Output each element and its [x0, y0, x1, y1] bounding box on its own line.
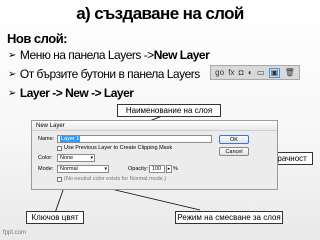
chevron-right-icon: ▸ [167, 166, 171, 172]
neutral-color-label: (No neutral color exists for Normal mode… [64, 176, 167, 182]
opacity-unit: % [173, 166, 178, 172]
layer-name-value: Layer 1 [60, 136, 81, 142]
new-layer-dialog: New Layer Name: Layer 1 Use Previous Lay… [31, 120, 278, 190]
name-label: Name: [38, 136, 55, 142]
clipping-mask-label: Use Previous Layer to Create Clipping Ma… [64, 145, 173, 151]
opacity-input[interactable]: 100 [149, 165, 165, 173]
callout-layer-name: Наименование на слоя [117, 104, 221, 117]
color-select[interactable]: None ▾ [57, 154, 95, 162]
chevron-down-icon: ▾ [104, 166, 107, 172]
opacity-dropdown[interactable]: ▸ [166, 165, 172, 173]
callout-color-key: Ключов цвят [26, 211, 84, 224]
mode-select-value: Normal [60, 166, 78, 172]
color-label: Color: [38, 155, 53, 161]
mode-label: Mode: [38, 166, 54, 172]
color-select-value: None [60, 155, 74, 161]
opacity-value: 100 [152, 166, 162, 172]
mode-select[interactable]: Normal ▾ [57, 165, 109, 173]
callout-blend-mode: Режим на смесване за слоя [175, 211, 283, 224]
dialog-titlebar: New Layer [32, 121, 277, 131]
ok-button[interactable]: OK [219, 135, 249, 144]
clipping-mask-checkbox[interactable] [57, 146, 62, 151]
cancel-button[interactable]: Cancel [219, 147, 249, 156]
layer-name-input[interactable]: Layer 1 [57, 135, 212, 143]
opacity-label: Opacity: [128, 166, 149, 172]
neutral-color-checkbox[interactable] [57, 177, 62, 182]
chevron-down-icon: ▾ [90, 155, 93, 161]
footer-logo: fppt.com [3, 230, 27, 236]
